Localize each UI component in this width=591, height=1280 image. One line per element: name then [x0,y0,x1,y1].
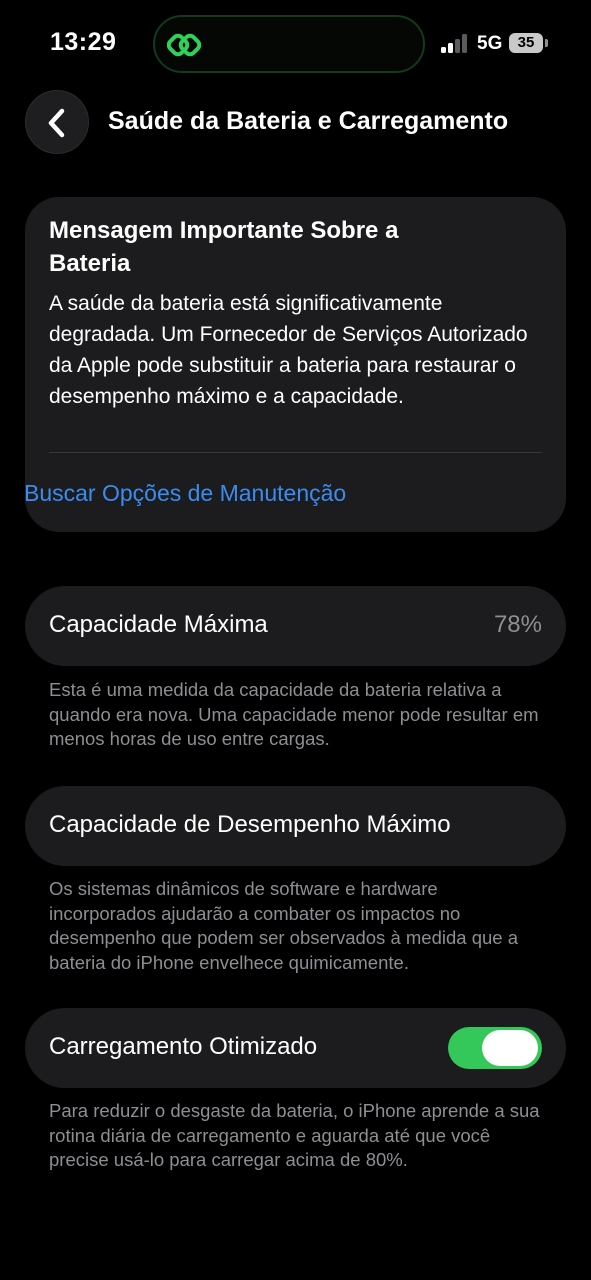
dynamic-island[interactable] [153,15,425,73]
message-heading: Mensagem Importante Sobre a Bateria [49,217,399,277]
peak-performance-footnote: Os sistemas dinâmicos de software e hard… [49,878,518,973]
status-time: 13:29 [50,28,117,56]
max-capacity-row: Capacidade Máxima 78% [25,586,566,666]
optimized-charging-row: Carregamento Otimizado [25,1008,566,1088]
back-button[interactable] [25,90,89,154]
optimized-charging-toggle[interactable] [448,1027,542,1069]
service-options-link[interactable]: Buscar Opções de Manutenção [24,480,346,507]
message-body: A saúde da bateria está significativamen… [49,292,528,408]
toggle-knob [482,1030,538,1066]
battery-nub [545,39,548,47]
battery-icon: 35 [509,33,543,53]
peak-performance-row: Capacidade de Desempenho Máximo [25,786,566,866]
max-capacity-label: Capacidade Máxima [49,611,268,638]
message-divider [49,452,542,453]
max-capacity-footnote: Esta é uma medida da capacidade da bater… [49,679,539,749]
link-activity-icon [166,28,202,62]
page-title: Saúde da Bateria e Carregamento [108,107,509,135]
max-capacity-value: 78% [493,611,542,638]
network-type: 5G [477,33,503,54]
optimized-charging-label: Carregamento Otimizado [49,1033,318,1060]
peak-performance-label: Capacidade de Desempenho Máximo [49,811,451,838]
cellular-signal-icon [441,33,471,53]
optimized-charging-footnote: Para reduzir o desgaste da bateria, o iP… [49,1100,540,1170]
chevron-left-icon [48,108,65,138]
